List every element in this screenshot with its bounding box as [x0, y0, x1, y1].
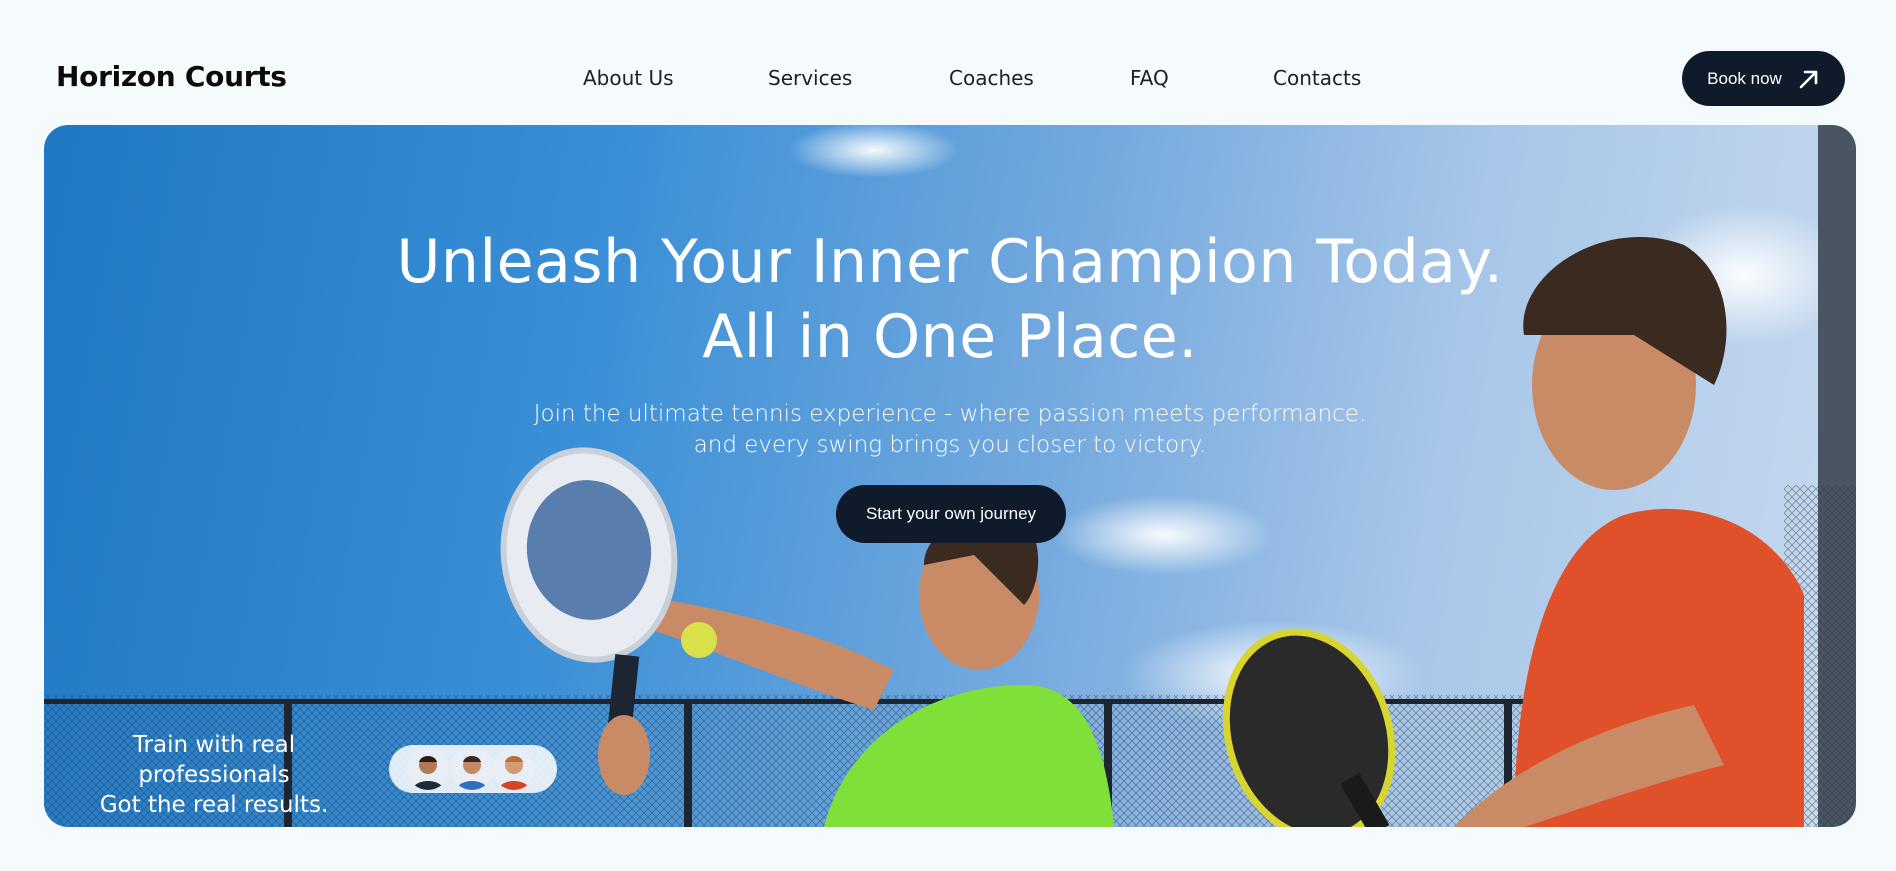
main-nav: About Us Services Coaches FAQ Contacts: [0, 66, 1896, 96]
site-header: Horizon Courts About Us Services Coaches…: [0, 0, 1896, 125]
pros-caption: Train with real professionals Got the re…: [58, 730, 370, 820]
nav-item-faq[interactable]: FAQ: [1130, 66, 1169, 90]
coach-avatar: [451, 748, 493, 790]
hero-banner: Unleash Your Inner Champion Today. All i…: [44, 125, 1856, 827]
hero-subtitle: Join the ultimate tennis experience - wh…: [44, 399, 1856, 461]
nav-item-contacts[interactable]: Contacts: [1273, 66, 1361, 90]
pros-caption-line-2: Got the real results.: [99, 792, 329, 818]
pros-caption-line-1: Train with real professionals: [132, 732, 296, 788]
book-now-button[interactable]: Book now: [1682, 51, 1845, 106]
arrow-up-right-icon: [1799, 70, 1818, 88]
hero-subtitle-line-1: Join the ultimate tennis experience - wh…: [533, 401, 1367, 427]
nav-item-coaches[interactable]: Coaches: [949, 66, 1034, 90]
hero-subtitle-line-2: and every swing brings you closer to vic…: [693, 432, 1207, 458]
hero-title-line-2: All in One Place.: [702, 302, 1198, 372]
book-now-label: Book now: [1707, 68, 1782, 88]
coach-avatars[interactable]: [389, 745, 557, 793]
hero-title: Unleash Your Inner Champion Today. All i…: [44, 225, 1856, 375]
coach-avatar: [407, 748, 449, 790]
coach-avatar: [493, 748, 535, 790]
hero-title-line-1: Unleash Your Inner Champion Today.: [396, 227, 1504, 297]
nav-item-about-us[interactable]: About Us: [583, 66, 674, 90]
nav-item-services[interactable]: Services: [768, 66, 852, 90]
start-journey-button[interactable]: Start your own journey: [836, 485, 1066, 543]
